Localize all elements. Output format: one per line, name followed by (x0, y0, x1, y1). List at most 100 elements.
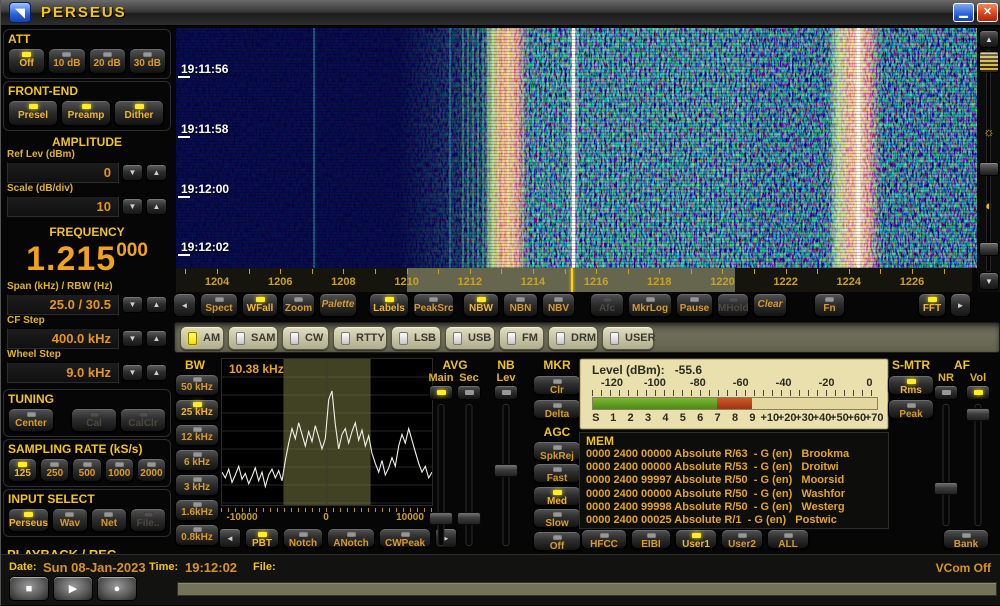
notch-bw-button[interactable]: Notch (283, 528, 323, 548)
1-6khz-bw-filter-button[interactable]: 1.6kHz (175, 499, 219, 521)
chevron-down-icon[interactable]: ▼ (122, 330, 143, 347)
net-input-button[interactable]: Net (91, 508, 127, 532)
12-khz-bw-filter-button[interactable]: 12 kHz (175, 424, 219, 446)
center-tuning-button[interactable]: Center (8, 408, 54, 432)
fn-toolbar-button[interactable]: Fn (814, 293, 845, 317)
50-khz-bw-filter-button[interactable]: 50 kHz (175, 374, 219, 396)
contrast-handle[interactable] (979, 242, 999, 256)
memory-list-item[interactable]: 0000 2400 99997 Absolute R/50 - G (en) M… (586, 474, 844, 486)
preamp-frontend-button[interactable]: Preamp (61, 100, 111, 126)
fft-toolbar-button[interactable]: FFT (918, 293, 946, 317)
memory-list-item[interactable]: 0000 2400 99998 Absolute R/50 - G (en) W… (586, 501, 845, 513)
mkrlog-toolbar-button[interactable]: MkrLog (628, 293, 672, 317)
vol-led-button[interactable] (966, 385, 990, 400)
frequency-axis[interactable]: 1204120612081210121212141216121812201222… (176, 268, 972, 292)
waterfall-speed-track[interactable] (986, 50, 991, 272)
user1-memory-button[interactable]: User1 (675, 529, 717, 549)
6-khz-bw-filter-button[interactable]: 6 kHz (175, 449, 219, 471)
memory-list-item[interactable]: 0000 2400 00000 Absolute R/53 - G (en) D… (586, 461, 839, 473)
nbw-toolbar-button[interactable]: NBW (463, 293, 499, 317)
user-mode-button[interactable]: USER (602, 326, 654, 350)
drm-mode-button[interactable]: DRM (548, 326, 598, 350)
title-bar[interactable]: ◥ PERSEUS ▁ ✕ (1, 0, 1000, 26)
waterfall-display[interactable]: 19:11:5619:11:5819:12:0019:12:02 (176, 28, 977, 268)
clr-mkr-button[interactable]: Clr (533, 375, 581, 395)
memory-list-item[interactable]: 0000 2400 00025 Absolute R/1 - G (en) Po… (586, 514, 837, 526)
lev-led-button[interactable] (494, 385, 518, 400)
500-sampling-button[interactable]: 500 (72, 458, 101, 482)
lev-slider-handle[interactable] (494, 464, 518, 477)
eibi-memory-button[interactable]: EIBI (631, 529, 671, 549)
frequency-display[interactable]: 1.215000 (7, 240, 167, 279)
vol-slider-track[interactable] (975, 404, 982, 526)
zoom-toolbar-button[interactable]: Zoom (282, 293, 315, 317)
10-db-att-button[interactable]: 10 dB (48, 48, 85, 74)
main-led-button[interactable] (429, 385, 453, 400)
pbt-left-button[interactable]: ◄ (219, 528, 241, 548)
close-button[interactable]: ✕ (977, 3, 998, 22)
3-khz-bw-filter-button[interactable]: 3 kHz (175, 474, 219, 496)
waterfall-speed-handle[interactable] (979, 51, 999, 73)
250-sampling-button[interactable]: 250 (40, 458, 69, 482)
labels-toolbar-button[interactable]: Labels (369, 293, 409, 317)
nr-slider-track[interactable] (943, 404, 950, 526)
wfall-toolbar-button[interactable]: WFall (242, 293, 278, 317)
chevron-up-icon[interactable]: ▲ (146, 364, 167, 381)
wav-input-button[interactable]: Wav (52, 508, 88, 532)
sec-led-button[interactable] (457, 385, 481, 400)
chevron-down-icon[interactable]: ▼ (122, 364, 143, 381)
palette-toolbar-button[interactable]: Palette (319, 293, 357, 317)
sec-slider-track[interactable] (466, 404, 473, 546)
lsb-mode-button[interactable]: LSB (391, 326, 441, 350)
peak-smtr-button[interactable]: Peak (888, 399, 934, 419)
clear-toolbar-button[interactable]: Clear (753, 293, 787, 317)
memory-list-item[interactable]: 0000 2400 00000 Absolute R/50 - G (en) W… (586, 488, 845, 500)
scroll-up-button[interactable]: ▲ (979, 30, 999, 48)
pbt-bw-button[interactable]: PBT (245, 528, 279, 548)
25-khz-bw-filter-button[interactable]: 25 kHz (175, 399, 219, 421)
user2-memory-button[interactable]: User2 (721, 529, 763, 549)
chevron-up-icon[interactable]: ▲ (146, 164, 167, 181)
20-db-att-button[interactable]: 20 dB (89, 48, 126, 74)
memory-list-item[interactable]: 0000 2400 00000 Absolute R/63 - G (en) B… (586, 448, 849, 460)
scale-value[interactable]: 10 (7, 196, 119, 217)
off-att-button[interactable]: Off (8, 48, 45, 74)
rms-smtr-button[interactable]: Rms (888, 375, 934, 395)
record-button[interactable]: ● (97, 576, 137, 601)
scroll-right-button[interactable]: ► (950, 293, 971, 317)
delta-mkr-button[interactable]: Delta (533, 399, 581, 419)
hfcc-memory-button[interactable]: HFCC (581, 529, 627, 549)
chevron-up-icon[interactable]: ▲ (146, 296, 167, 313)
usb-mode-button[interactable]: USB (445, 326, 495, 350)
stop-button[interactable]: ■ (9, 576, 49, 601)
2000-sampling-button[interactable]: 2000 (137, 458, 166, 482)
med-agc-button[interactable]: Med (533, 486, 581, 506)
peaksrc-toolbar-button[interactable]: PeakSrc (413, 293, 454, 317)
cwpeak-bw-button[interactable]: CWPeak (379, 528, 431, 548)
all-memory-button[interactable]: ALL (767, 529, 809, 549)
cf-step-value[interactable]: 400.0 kHz (7, 328, 119, 349)
sec-slider-handle[interactable] (457, 512, 481, 525)
chevron-up-icon[interactable]: ▲ (146, 330, 167, 347)
cw-mode-button[interactable]: CW (282, 326, 329, 350)
main-slider-handle[interactable] (429, 512, 453, 525)
nr-led-button[interactable] (934, 385, 958, 400)
ref-lev-value[interactable]: 0 (7, 162, 119, 183)
chevron-up-icon[interactable]: ▲ (146, 198, 167, 215)
minimize-button[interactable]: ▁ (953, 3, 974, 22)
spectrum-plot[interactable] (221, 358, 433, 506)
spect-toolbar-button[interactable]: Spect (200, 293, 238, 317)
main-slider-track[interactable] (438, 404, 445, 546)
dither-frontend-button[interactable]: Dither (114, 100, 164, 126)
nbv-toolbar-button[interactable]: NBV (542, 293, 575, 317)
fm-mode-button[interactable]: FM (499, 326, 544, 350)
rtty-mode-button[interactable]: RTTY (333, 326, 387, 350)
span-rbw-value[interactable]: 25.0 / 30.5 (7, 294, 119, 315)
spkrej-agc-button[interactable]: SpkRej (533, 441, 581, 461)
off-agc-button[interactable]: Off (533, 531, 581, 551)
brightness-handle[interactable] (979, 162, 999, 176)
1000-sampling-button[interactable]: 1000 (105, 458, 134, 482)
am-mode-button[interactable]: AM (180, 326, 224, 350)
pause-toolbar-button[interactable]: Pause (676, 293, 713, 317)
30-db-att-button[interactable]: 30 dB (129, 48, 166, 74)
